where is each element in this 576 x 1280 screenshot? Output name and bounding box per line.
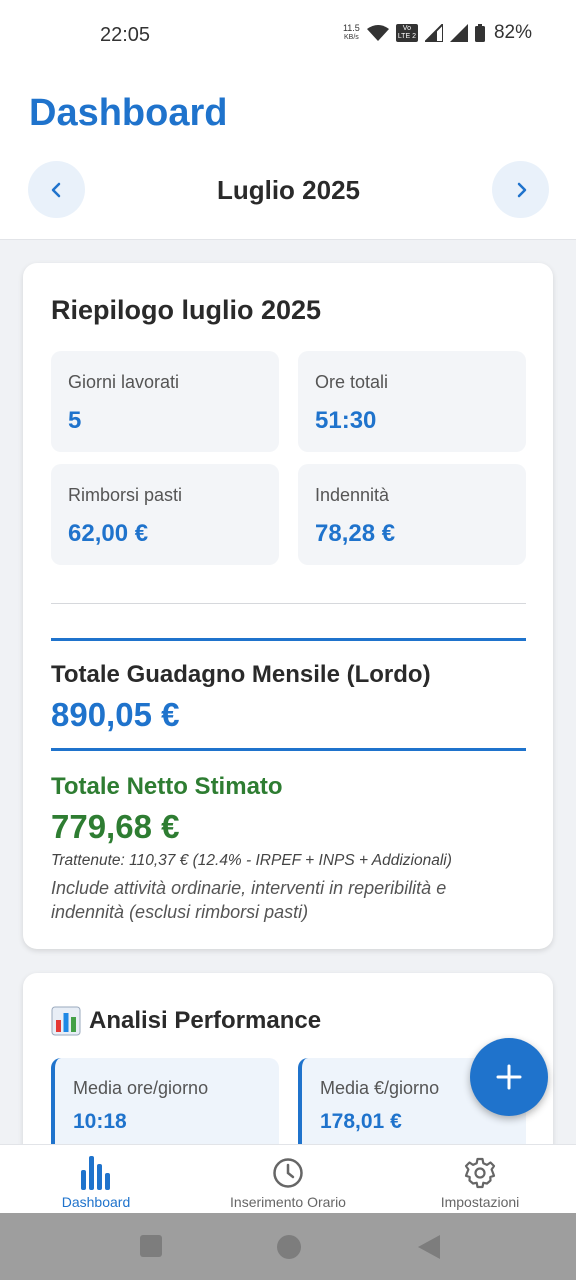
add-entry-button[interactable] xyxy=(470,1038,548,1116)
gross-total-label: Totale Guadagno Mensile (Lordo) xyxy=(51,661,431,688)
home-icon[interactable] xyxy=(277,1235,301,1259)
signal-icon xyxy=(424,24,443,42)
nav-tab-dashboard[interactable]: Dashboard xyxy=(0,1155,192,1210)
bottom-navigation: Dashboard Inserimento Orario Impostazion… xyxy=(0,1144,576,1213)
status-bar: 22:05 11.5 KB/s Vo LTE 2 82% xyxy=(0,0,576,70)
nav-tab-settings[interactable]: Impostazioni xyxy=(384,1155,576,1210)
summary-title: Riepilogo luglio 2025 xyxy=(51,295,322,325)
stat-meal-refunds: Rimborsi pasti 62,00 € xyxy=(51,464,279,565)
performance-title: Analisi Performance xyxy=(89,1007,322,1034)
recents-icon[interactable] xyxy=(140,1235,162,1257)
gross-divider-bottom xyxy=(51,748,526,751)
stat-days-worked: Giorni lavorati 5 xyxy=(51,351,279,452)
stat-label: Giorni lavorati xyxy=(68,372,180,392)
bar-chart-icon xyxy=(81,1156,110,1190)
bar-chart-icon xyxy=(51,1006,81,1036)
clock-icon xyxy=(273,1158,303,1188)
net-note-text: Include attività ordinarie, interventi i… xyxy=(51,878,447,922)
status-icons: 11.5 KB/s Vo LTE 2 82% xyxy=(343,22,532,44)
stat-label: Indennità xyxy=(315,485,390,505)
app-header: Dashboard Luglio 2025 xyxy=(0,70,576,240)
deductions-text: Trattenute: 110,37 € (12.4% - IRPEF + IN… xyxy=(51,852,452,869)
current-month-label: Luglio 2025 xyxy=(216,175,361,205)
perf-label: Media €/giorno xyxy=(320,1078,440,1098)
stat-value: 5 xyxy=(68,407,82,434)
back-icon[interactable] xyxy=(418,1235,440,1259)
network-speed: 11.5 KB/s xyxy=(343,24,360,42)
month-navigator: Luglio 2025 xyxy=(28,161,549,218)
chevron-right-icon xyxy=(517,182,526,197)
gear-icon xyxy=(464,1157,496,1189)
divider xyxy=(51,603,526,604)
battery-icon xyxy=(474,24,485,42)
net-total-value: 779,68 € xyxy=(51,808,180,845)
monthly-summary-card: Riepilogo luglio 2025 Giorni lavorati 5 … xyxy=(23,263,553,949)
volte-top-text: Vo xyxy=(402,25,411,32)
perf-value: 178,01 € xyxy=(320,1110,402,1133)
stat-value: 62,00 € xyxy=(68,520,149,547)
system-navigation-bar xyxy=(0,1213,576,1280)
stat-total-hours: Ore totali 51:30 xyxy=(298,351,526,452)
network-speed-value: 11.5 xyxy=(342,23,360,33)
nav-label: Dashboard xyxy=(61,1194,131,1210)
perf-value: 10:18 xyxy=(73,1110,127,1133)
network-speed-unit: KB/s xyxy=(343,34,359,41)
nav-tab-time-entry[interactable]: Inserimento Orario xyxy=(192,1155,384,1210)
plus-icon xyxy=(496,1064,522,1090)
stat-label: Rimborsi pasti xyxy=(68,485,183,505)
status-time: 22:05 xyxy=(100,24,151,46)
nav-label: Inserimento Orario xyxy=(230,1194,346,1210)
stat-value: 51:30 xyxy=(315,407,377,434)
next-month-button[interactable] xyxy=(492,161,549,218)
nav-label: Impostazioni xyxy=(440,1194,520,1210)
volte-icon: Vo LTE 2 xyxy=(395,24,418,42)
stat-value: 78,28 € xyxy=(315,520,396,547)
perf-label: Media ore/giorno xyxy=(73,1078,209,1098)
stat-allowances: Indennità 78,28 € xyxy=(298,464,526,565)
volte-bottom-text: LTE 2 xyxy=(397,33,416,40)
page-title: Dashboard xyxy=(29,92,228,134)
wifi-icon xyxy=(366,25,389,41)
stat-label: Ore totali xyxy=(315,372,389,392)
gross-divider-top xyxy=(51,638,526,641)
gross-total-value: 890,05 € xyxy=(51,696,180,733)
net-total-label: Totale Netto Stimato xyxy=(51,773,283,800)
performance-header: Analisi Performance xyxy=(51,1006,321,1036)
battery-percent: 82% xyxy=(493,22,532,43)
signal-icon-2 xyxy=(449,24,468,42)
